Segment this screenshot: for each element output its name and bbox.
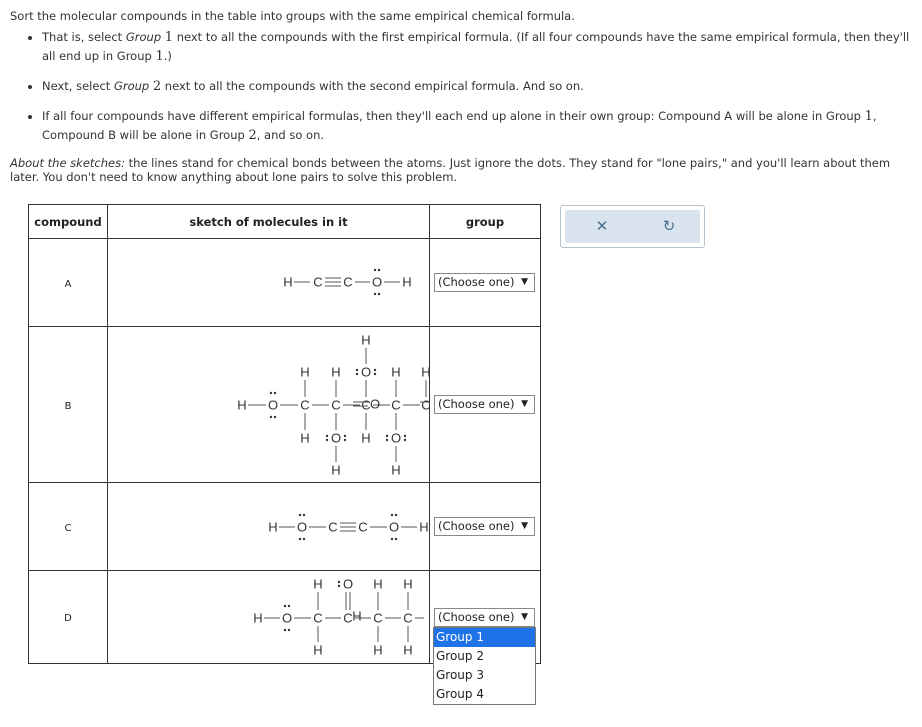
dropdown-option-group-3[interactable]: Group 3 [434,666,535,685]
dropdown-option-group-2[interactable]: Group 2 [434,647,535,666]
dropdown-option-group-4[interactable]: Group 4 [434,685,535,704]
dropdown-option-group-1[interactable]: Group 1 [434,628,535,647]
answer-toolbox: ✕ ↻ [560,205,705,248]
atom-h: H [352,609,361,624]
molecule-overlay: .ov text { font-family: "Liberation Sans… [352,397,380,624]
close-icon[interactable]: ✕ [587,210,617,243]
atom-o: O [370,397,380,412]
reset-icon[interactable]: ↻ [654,210,684,243]
group-dropdown-list: Group 1 Group 2 Group 3 Group 4 [433,627,536,705]
